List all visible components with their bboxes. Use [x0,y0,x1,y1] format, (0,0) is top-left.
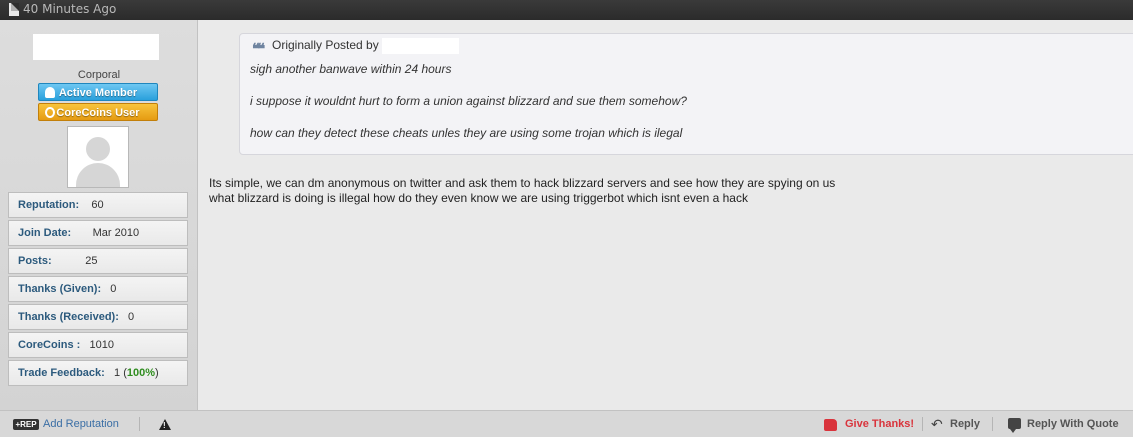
stat-label: Reputation: [18,199,80,211]
stat-corecoins: CoreCoins : 1010 [8,332,188,358]
stat-thanks-given: Thanks (Given): 0 [8,276,188,302]
divider [992,417,993,431]
stat-label: Thanks (Received): [18,311,119,323]
quote-line: sigh another banwave within 24 hours [250,62,452,76]
avatar-silhouette [76,163,120,187]
reply-button[interactable]: Reply [950,418,980,430]
stat-join-date: Join Date: Mar 2010 [8,220,188,246]
badge-label: CoreCoins User [56,107,140,119]
stat-label: Trade Feedback: [18,367,105,379]
speech-bubble-icon[interactable] [1008,418,1021,433]
add-reputation-link[interactable]: Add Reputation [43,418,119,430]
stat-value: 60 [91,199,104,211]
feedback-percent: 100% [126,367,155,379]
stat-label: CoreCoins : [18,339,81,351]
reply-arrow-icon[interactable]: ↶ [931,416,943,433]
stat-value: Mar 2010 [92,227,140,239]
stat-value: 0 [110,283,117,295]
post-header-bar: 40 Minutes Ago [0,0,1133,20]
stat-posts: Posts: 25 [8,248,188,274]
quoted-username-redacted[interactable] [382,38,459,54]
quote-icon: ❝❝ [252,41,265,58]
stat-label: Join Date: [18,227,72,239]
stat-reputation: Reputation: 60 [8,192,188,218]
thumbs-up-icon[interactable] [824,419,837,431]
post-body: Its simple, we can dm anonymous on twitt… [209,176,835,206]
quote-line: how can they detect these cheats unles t… [250,126,683,140]
give-thanks-button[interactable]: Give Thanks! [845,418,914,430]
user-sidebar: Corporal Active Member CoreCoins User Re… [0,20,198,410]
post-time: 40 Minutes Ago [23,2,117,16]
post-footer: +REP Add Reputation Give Thanks! ↶ Reply… [0,410,1133,437]
document-icon [9,3,19,16]
post-line: what blizzard is doing is illegal how do… [209,191,748,205]
lightbulb-icon [45,87,55,98]
quote-header: Originally Posted by [272,38,379,52]
stat-value: 1010 [89,339,114,351]
active-member-badge: Active Member [38,83,158,101]
quote-block: ❝❝ Originally Posted by sigh another ban… [239,33,1133,155]
avatar-icon [86,137,110,161]
stat-value: 0 [128,311,135,323]
stat-label: Thanks (Given): [18,283,102,295]
divider [139,417,140,431]
avatar[interactable] [67,126,129,188]
stat-trade-feedback[interactable]: Trade Feedback: 1 (100%) [8,360,188,386]
corecoins-user-badge: CoreCoins User [38,103,158,121]
warning-icon[interactable] [159,419,171,430]
post-line: Its simple, we can dm anonymous on twitt… [209,176,836,190]
rep-icon[interactable]: +REP [13,419,39,430]
coin-icon [45,107,55,118]
stat-value: 1 [114,367,121,379]
username-redacted[interactable] [33,34,159,60]
badge-label: Active Member [58,87,138,99]
divider [922,417,923,431]
post-content: ❝❝ Originally Posted by sigh another ban… [199,20,1133,410]
stat-label: Posts: [18,255,52,267]
stat-thanks-received: Thanks (Received): 0 [8,304,188,330]
quote-line: i suppose it wouldnt hurt to form a unio… [250,94,687,108]
user-rank: Corporal [77,69,121,81]
reply-with-quote-button[interactable]: Reply With Quote [1027,418,1119,430]
stat-value: 25 [85,255,98,267]
